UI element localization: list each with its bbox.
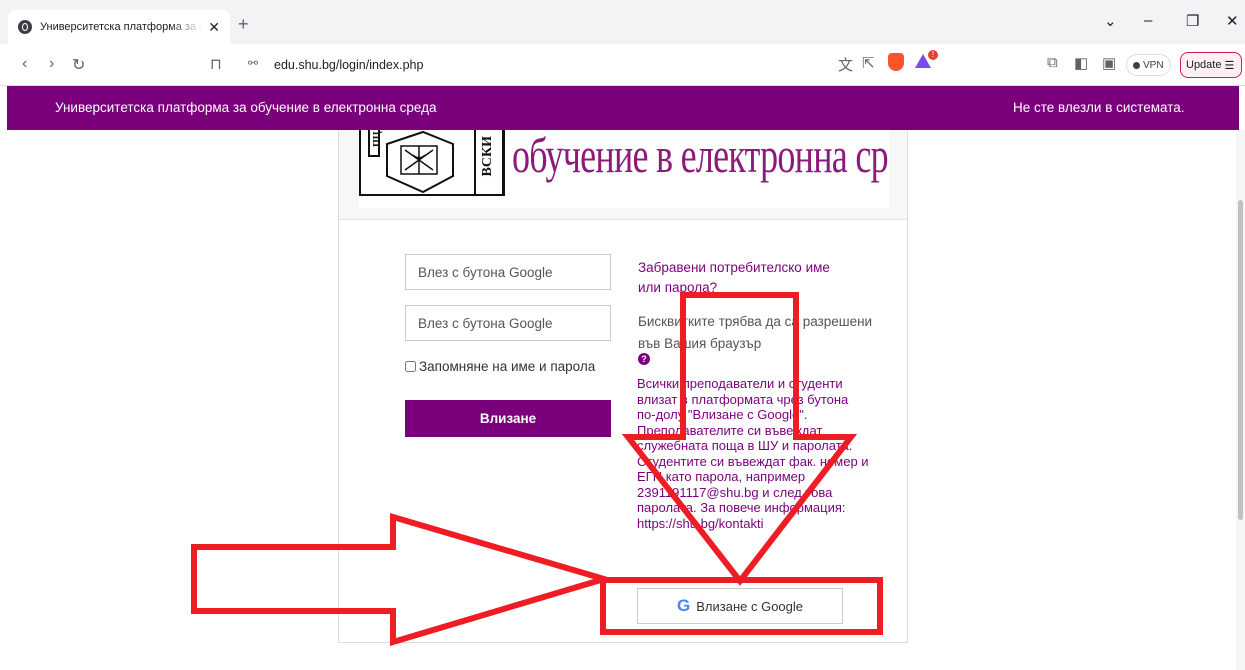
back-icon[interactable]: ‹ [22,55,27,73]
forgot-credentials-link[interactable]: Забравени потребителско име или парола? [638,258,853,298]
cookies-note: Бисквитките трябва да са разрешени във В… [638,314,873,351]
tab-close-icon[interactable]: ✕ [208,19,220,36]
extensions-icon[interactable]: ⧉ [1047,54,1058,71]
tab-search-icon[interactable]: ⌄ [1104,12,1117,30]
forward-icon[interactable]: › [49,55,54,73]
browser-toolbar: ‹ › ↻ ⊓ ⚯ edu.shu.bg/login/index.php 文 ⇱… [0,44,1245,86]
new-tab-icon[interactable]: + [238,14,249,35]
platform-banner: ПЦ ВСКИ обучение в електронна среда [359,130,889,208]
scrollbar-thumb[interactable] [1238,200,1243,520]
browser-tab-strip: Университетска платформа за обучение в е… [0,0,1245,44]
vpn-button[interactable]: VPN [1126,54,1171,76]
page-scrollbar[interactable] [1236,130,1245,670]
bookmark-icon[interactable]: ⊓ [210,55,222,73]
site-header: Университетска платформа за обучение в е… [7,86,1239,130]
banner-title: обучение в електронна среда [512,130,889,183]
minimize-icon[interactable]: – [1144,12,1152,29]
wallet-icon[interactable]: ▣ [1102,54,1116,72]
help-icon[interactable]: ? [638,353,650,365]
university-logo: ПЦ ВСКИ [359,130,505,196]
rewards-badge: ! [928,50,938,60]
close-window-icon[interactable]: ✕ [1226,12,1239,30]
vpn-status-icon [1133,61,1140,69]
google-icon: G [677,596,691,615]
remember-me[interactable]: Запомняне на име и парола [405,359,595,374]
svg-text:ПЦ: ПЦ [372,131,383,147]
update-button[interactable]: Update ☰ [1180,52,1242,78]
google-button-label: Влизане с Google [696,598,803,614]
reload-icon[interactable]: ↻ [72,55,85,75]
google-login-button[interactable]: G Влизане с Google [637,588,843,624]
site-title[interactable]: Университетска платформа за обучение в е… [55,100,436,115]
remember-label: Запомняне на име и парола [419,359,596,374]
login-button[interactable]: Влизане [405,400,611,437]
url-text[interactable]: edu.shu.bg/login/index.php [274,58,423,72]
share-icon[interactable]: ⇱ [862,54,875,72]
remember-checkbox[interactable] [405,361,416,372]
update-label: Update [1186,59,1222,71]
tab-title: Университетска платформа за обучение в е… [40,21,202,33]
login-panel: ПЦ ВСКИ обучение в електронна среда Запо… [338,130,908,643]
globe-icon [18,20,32,34]
username-field[interactable] [405,254,611,290]
site-info-icon[interactable]: ⚯ [248,56,258,70]
translate-icon[interactable]: 文 [838,54,853,75]
password-field[interactable] [405,305,611,341]
logo-lettering: ВСКИ [480,136,495,177]
login-status: Не сте влезли в системата. [1013,100,1185,115]
menu-icon: ☰ [1224,59,1235,72]
restore-icon[interactable]: ❐ [1186,12,1199,30]
brave-shields-icon[interactable] [888,53,904,71]
login-instructions: Всички преподаватели и студенти влизат в… [637,376,869,531]
browser-tab[interactable]: Университетска платформа за обучение в е… [8,10,230,44]
vpn-label: VPN [1143,59,1164,71]
sidebar-icon[interactable]: ◧ [1074,54,1088,72]
banner-area: ПЦ ВСКИ обучение в електронна среда [339,130,907,220]
address-bar[interactable]: ⊓ ⚯ edu.shu.bg/login/index.php [202,50,972,80]
